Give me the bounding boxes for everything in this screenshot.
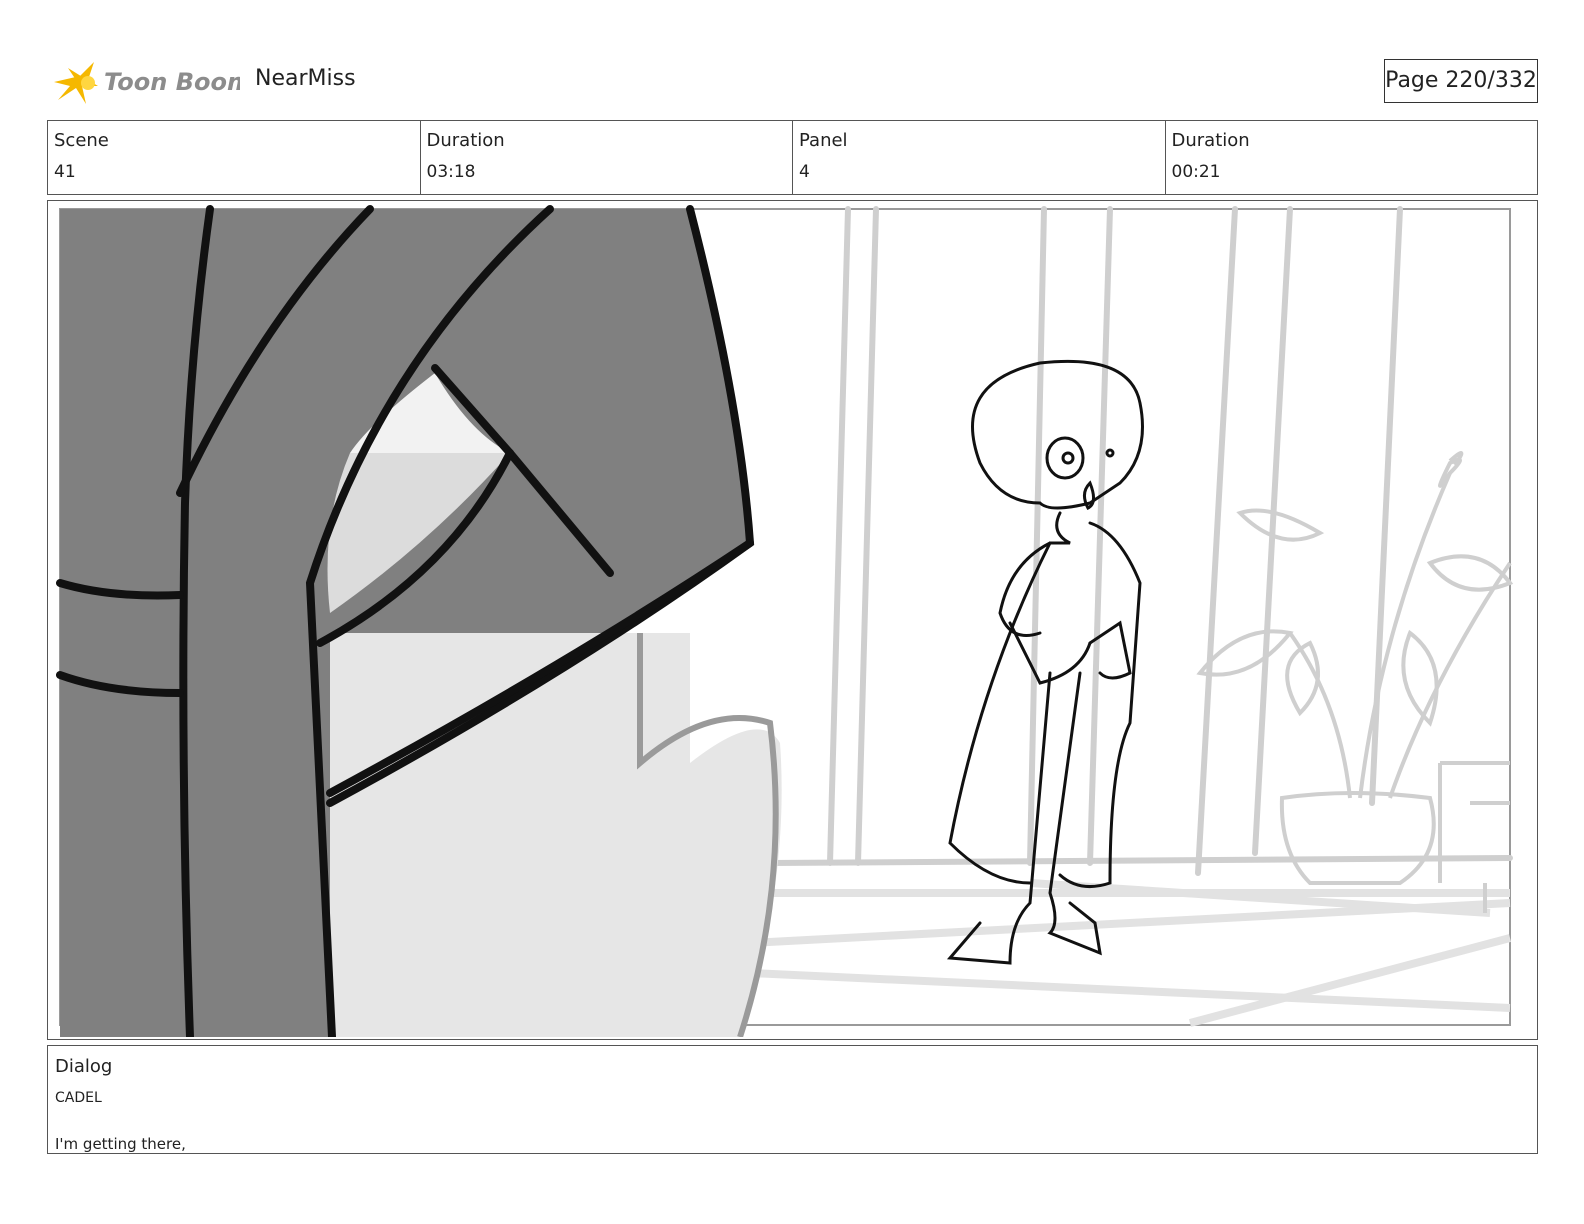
scene-duration-value: 03:18 — [426, 162, 476, 182]
panel-cell: Panel 4 — [793, 121, 1166, 194]
starburst-icon: Toon Boom — [54, 62, 252, 104]
panel-duration-cell: Duration 00:21 — [1166, 121, 1538, 194]
scene-value: 41 — [54, 162, 76, 182]
storyboard-panel-frame — [47, 200, 1538, 1040]
scene-cell: Scene 41 — [48, 121, 421, 194]
panel-duration-label: Duration — [1171, 130, 1250, 151]
dialog-line: I'm getting there, — [55, 1135, 186, 1153]
scene-duration-label: Duration — [426, 130, 505, 151]
svg-text:Toon Boom: Toon Boom — [104, 68, 240, 96]
dialog-speaker: CADEL — [55, 1090, 102, 1106]
panel-duration-value: 00:21 — [1171, 162, 1221, 182]
page-indicator: Page 220/332 — [1384, 59, 1538, 103]
dialog-box: Dialog CADEL I'm getting there, — [47, 1045, 1538, 1154]
project-title: NearMiss — [255, 66, 356, 91]
storyboard-panel-image — [50, 203, 1535, 1037]
dialog-label: Dialog — [55, 1056, 113, 1077]
scene-info-table: Scene 41 Duration 03:18 Panel 4 Duration… — [47, 120, 1538, 195]
panel-label: Panel — [799, 130, 848, 151]
toon-boom-logo: Toon Boom — [50, 56, 252, 108]
scene-label: Scene — [54, 130, 109, 151]
panel-value: 4 — [799, 162, 810, 182]
scene-duration-cell: Duration 03:18 — [421, 121, 793, 194]
